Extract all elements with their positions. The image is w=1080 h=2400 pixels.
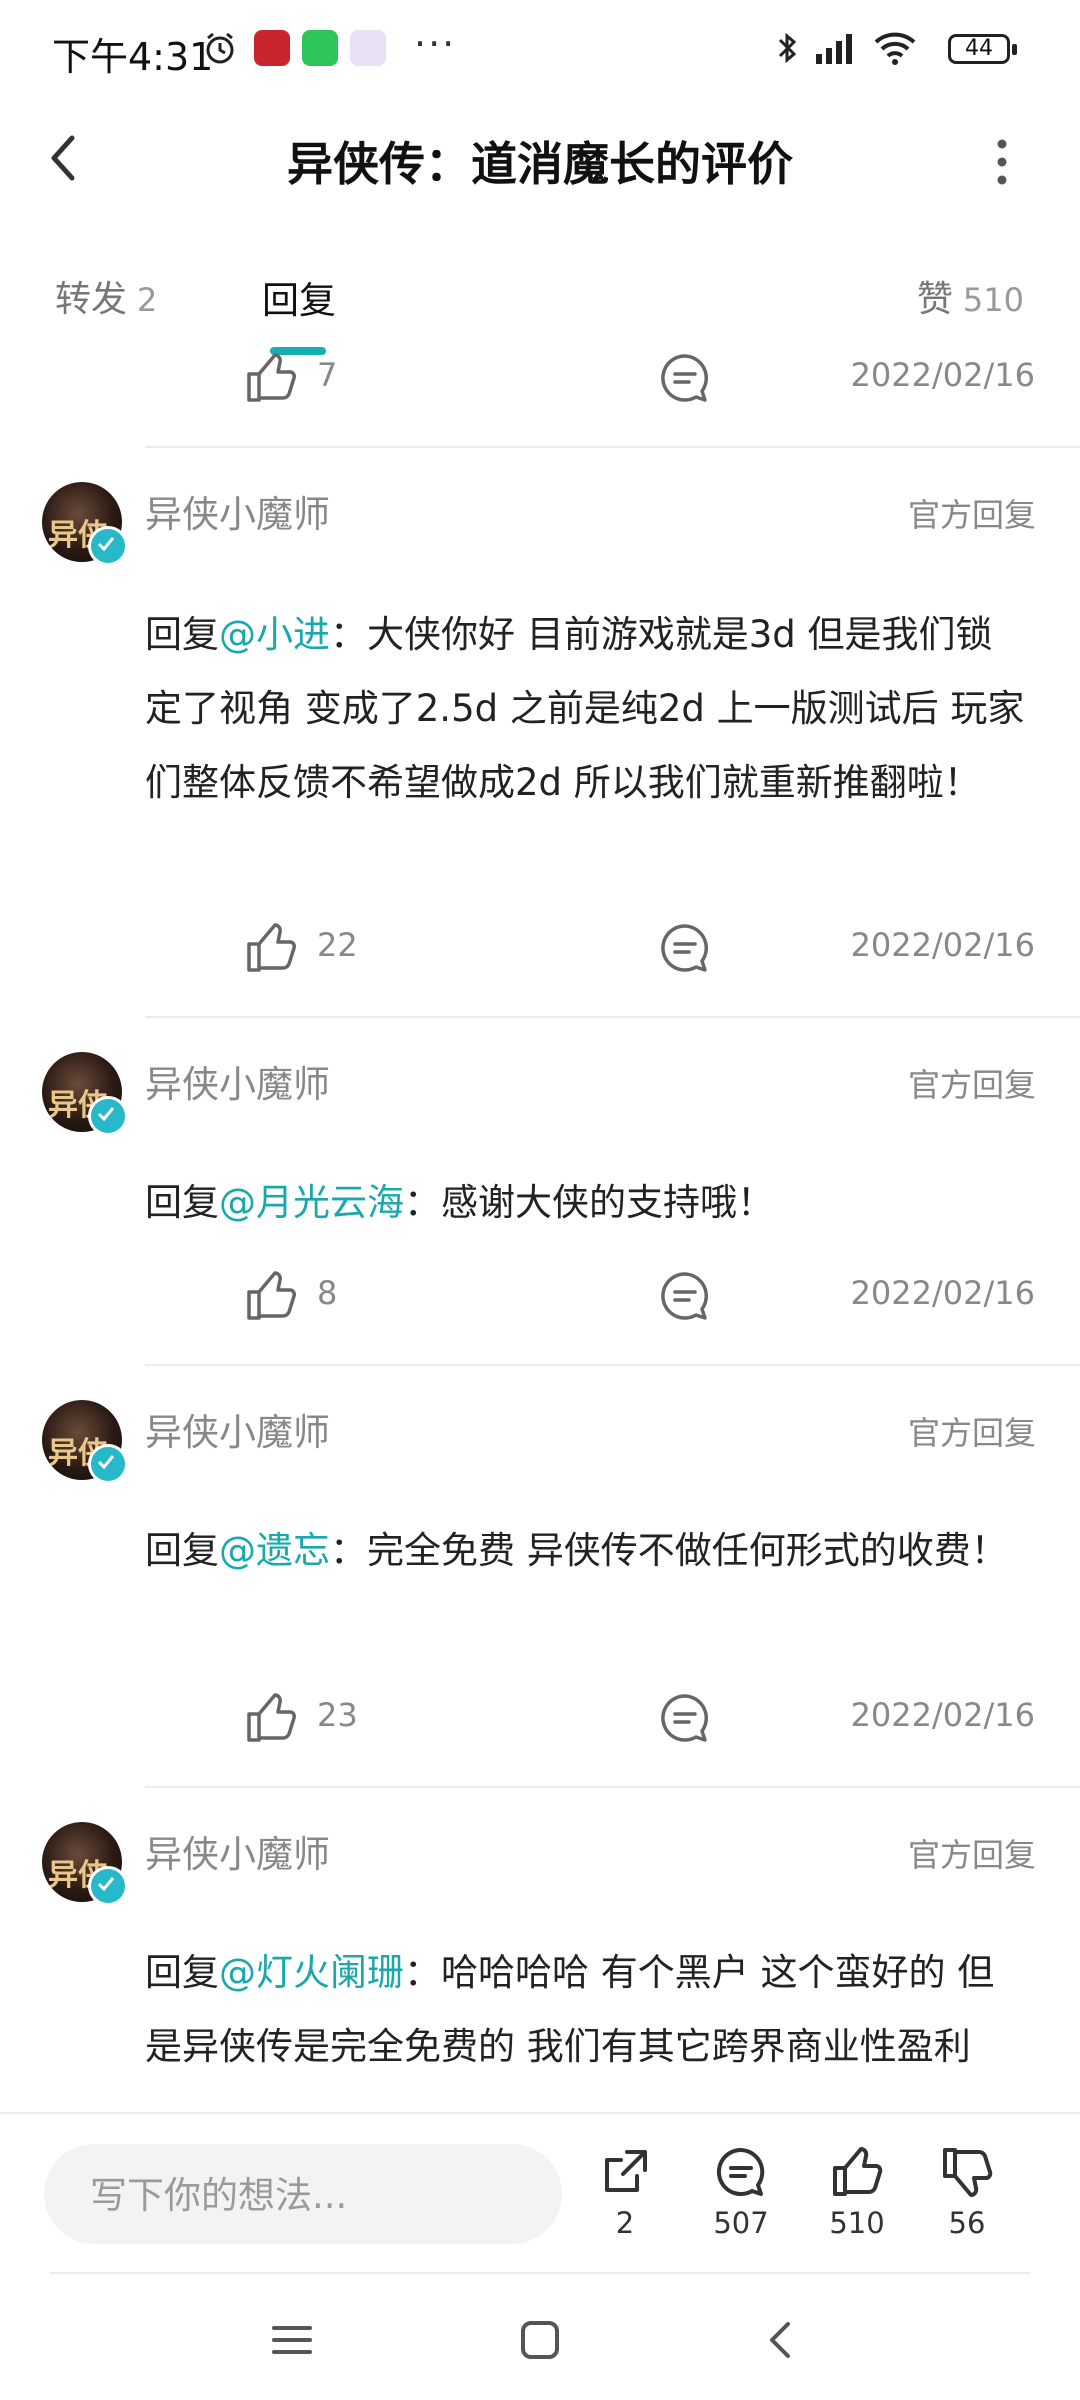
reply-prefix: 回复 <box>145 1529 219 1572</box>
signal-icon <box>816 34 852 64</box>
tab-forward[interactable]: 转发 2 <box>55 270 157 322</box>
mention-link[interactable]: @小进 <box>219 613 330 656</box>
comment-date: 2022/02/16 <box>850 356 1035 394</box>
share-icon <box>605 2150 647 2192</box>
back-icon[interactable] <box>752 2310 812 2370</box>
menu-icon[interactable] <box>262 2310 322 2370</box>
verified-badge-icon <box>88 1866 128 1906</box>
mention-link[interactable]: @月光云海 <box>219 1181 404 1224</box>
like-button[interactable]: 510 <box>812 2144 902 2240</box>
username[interactable]: 异侠小魔师 <box>145 1824 330 1878</box>
system-nav-bar <box>0 2274 1080 2400</box>
comment-date: 2022/02/16 <box>850 1274 1035 1312</box>
status-time: 下午4:31 <box>52 35 214 79</box>
comment-date: 2022/02/16 <box>850 926 1035 964</box>
reply-prefix: 回复 <box>145 1951 219 1994</box>
comments-button[interactable]: 507 <box>696 2144 786 2240</box>
tab-forward-count: 2 <box>137 281 158 319</box>
bluetooth-icon <box>778 32 797 64</box>
verified-badge-icon <box>88 526 128 566</box>
comment-text: 回复@遗忘：完全免费 异侠传不做任何形式的收费！ <box>145 1514 1025 1588</box>
status-bar: 下午4:31 ··· 44 <box>0 0 1080 100</box>
tab-like[interactable]: 赞 510 <box>917 270 1024 322</box>
app-icon-red <box>254 30 290 66</box>
action-row: 8 2022/02/16 <box>145 1268 1035 1328</box>
tab-bar: 转发 2 回复 赞 510 <box>0 262 1080 355</box>
wifi-icon <box>874 32 916 65</box>
dislike-button[interactable]: 56 <box>922 2144 1012 2240</box>
like-count: 510 <box>829 2206 885 2240</box>
tab-like-label: 赞 <box>916 279 953 320</box>
battery-icon: 44 <box>948 34 1017 64</box>
thumbs-up-icon <box>833 2147 883 2196</box>
comment-input[interactable] <box>88 2144 532 2246</box>
verified-badge-icon <box>88 1096 128 1136</box>
page-title: 异侠传：道消魔长的评价 <box>287 137 793 191</box>
action-row: 7 2022/02/16 <box>145 350 1035 410</box>
thumbs-up-icon[interactable] <box>243 350 299 406</box>
comment-text: 回复@小进：大侠你好 目前游戏就是3d 但是我们锁定了视角 变成了2.5d 之前… <box>145 598 1025 820</box>
bottom-action-bar: 2 507 510 56 <box>0 2112 1080 2274</box>
comment-icon <box>716 2147 765 2196</box>
comment-text: 回复@月光云海：感谢大侠的支持哦！ <box>145 1166 1025 1240</box>
official-reply-label: 官方回复 <box>907 496 1036 534</box>
comment-date: 2022/02/16 <box>850 1696 1035 1734</box>
comment-body: ：感谢大侠的支持哦！ <box>404 1181 774 1224</box>
more-options-icon[interactable] <box>985 132 1019 192</box>
tab-reply[interactable]: 回复 <box>262 270 336 324</box>
app-icon-tieba <box>350 30 386 66</box>
username[interactable]: 异侠小魔师 <box>145 484 330 538</box>
header: 异侠传：道消魔长的评价 <box>0 110 1080 200</box>
alarm-icon <box>206 32 234 64</box>
dislike-count: 56 <box>948 2206 986 2240</box>
official-reply-label: 官方回复 <box>907 1836 1036 1874</box>
like-count: 8 <box>317 1274 338 1312</box>
status-more: ··· <box>414 22 457 66</box>
mention-link[interactable]: @遗忘 <box>219 1529 330 1572</box>
action-row: 22 2022/02/16 <box>145 920 1035 980</box>
tab-forward-label: 转发 <box>55 279 128 320</box>
wechat-icon <box>302 30 338 66</box>
comment-body: ：完全免费 异侠传不做任何形式的收费！ <box>330 1529 1008 1572</box>
username[interactable]: 异侠小魔师 <box>145 1402 330 1456</box>
thumbs-up-icon[interactable] <box>243 1268 299 1324</box>
divider <box>145 1364 1080 1366</box>
action-row: 23 2022/02/16 <box>145 1690 1035 1750</box>
tab-like-count: 510 <box>962 281 1024 319</box>
like-count: 23 <box>317 1696 358 1734</box>
like-count: 22 <box>317 926 358 964</box>
home-icon[interactable] <box>510 2310 570 2370</box>
thumbs-down-icon <box>943 2148 993 2197</box>
divider <box>145 446 1080 448</box>
reply-prefix: 回复 <box>145 1181 219 1224</box>
official-reply-label: 官方回复 <box>907 1414 1036 1452</box>
official-reply-label: 官方回复 <box>907 1066 1036 1104</box>
share-count: 2 <box>615 2206 635 2240</box>
comment-item: 异侠 异侠小魔师 官方回复 回复@灯火阑珊：哈哈哈哈 有个黑户 这个蛮好的 但是… <box>0 1786 1080 2112</box>
like-count: 7 <box>317 356 338 394</box>
verified-badge-icon <box>88 1444 128 1484</box>
reply-prefix: 回复 <box>145 613 219 656</box>
divider <box>145 1016 1080 1018</box>
share-button[interactable]: 2 <box>580 2144 670 2240</box>
comment-text: 回复@灯火阑珊：哈哈哈哈 有个黑户 这个蛮好的 但是异侠传是完全免费的 我们有其… <box>145 1936 1025 2084</box>
thumbs-up-icon[interactable] <box>243 920 299 976</box>
comment-count: 507 <box>713 2206 769 2240</box>
username[interactable]: 异侠小魔师 <box>145 1054 330 1108</box>
thumbs-up-icon[interactable] <box>243 1690 299 1746</box>
comment-input-box[interactable] <box>44 2144 562 2246</box>
mention-link[interactable]: @灯火阑珊 <box>219 1951 404 1994</box>
